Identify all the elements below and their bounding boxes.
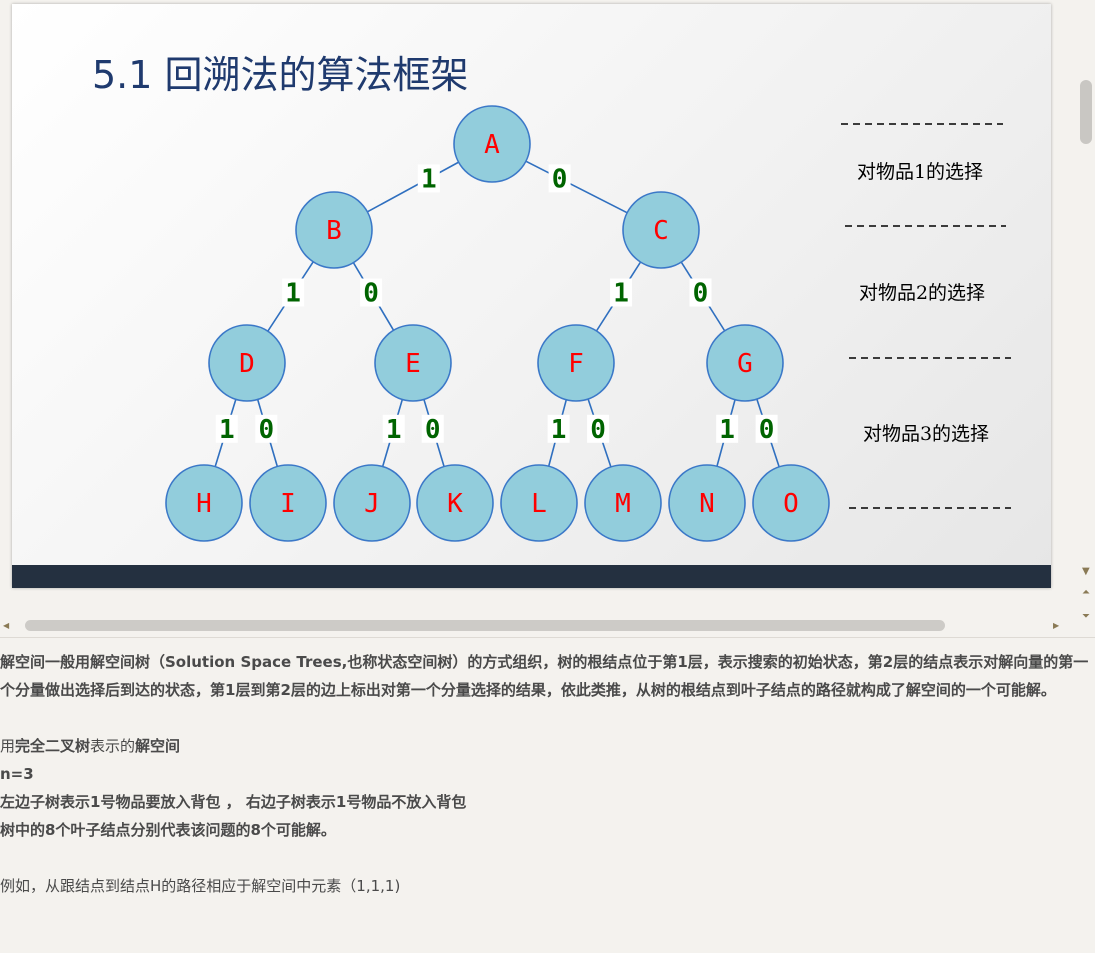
tree-node-label: O	[783, 489, 799, 519]
solution-space-tree: 1 01 0 1 01 0 1 0 1 0 1 0AB CD E F GH I J K L M N O对物品1的选择对物品2…	[165, 105, 1011, 542]
scroll-left-icon[interactable]: ◀	[3, 621, 9, 631]
subtree-explanation: 左边子树表示1号物品要放入背包 ， 右边子树表示1号物品不放入背包	[0, 793, 467, 811]
edge-label: 1	[285, 279, 301, 309]
tree-node-label: H	[196, 489, 212, 519]
edge-label: 1	[421, 164, 437, 194]
edge-label: 0	[590, 415, 606, 445]
horizontal-scrollbar-thumb[interactable]	[25, 620, 945, 631]
text-span-bold: 完全二叉树	[15, 737, 91, 755]
edge-label: 0	[693, 279, 709, 309]
text-span: 用	[0, 737, 16, 755]
slide: 5.1 回溯法的算法框架 10101010101010ABCDEFGHIJKLM…	[12, 4, 1051, 588]
level-label: 对物品2的选择	[859, 282, 985, 304]
text-span-bold: 解空间	[135, 737, 181, 755]
tree-node-label: L	[531, 489, 547, 519]
tree-node-label: N	[699, 489, 715, 519]
scroll-down-icon[interactable]: ▼	[1082, 567, 1090, 577]
tree-node-label: M	[615, 489, 631, 519]
tree-node-label: I	[280, 489, 296, 519]
tree-node-label: K	[447, 489, 463, 519]
edge-label: 0	[363, 279, 379, 309]
slide-footer-bar	[12, 565, 1051, 588]
vertical-scrollbar-thumb[interactable]	[1080, 80, 1092, 144]
level-label: 对物品3的选择	[863, 423, 989, 445]
tree-node-label: F	[568, 349, 584, 379]
divider	[0, 637, 1095, 638]
edge-label: 0	[759, 415, 775, 445]
tree-description: 用完全二叉树表示的解空间	[0, 732, 1095, 760]
scroll-right-icon[interactable]: ▶	[1053, 621, 1059, 631]
leaf-explanation: 树中的8个叶子结点分别代表该问题的8个可能解。	[0, 821, 336, 839]
edge-label: 1	[613, 279, 629, 309]
edge-label: 1	[219, 415, 235, 445]
edge-label: 0	[552, 164, 568, 194]
tree-node-label: C	[653, 216, 669, 246]
edge-label: 1	[719, 415, 735, 445]
tree-node-label: G	[737, 349, 753, 379]
level-label: 对物品1的选择	[857, 161, 983, 183]
tree-node-label: E	[405, 349, 421, 379]
edge-label: 0	[425, 415, 441, 445]
edge-label: 1	[386, 415, 402, 445]
example-text: 例如，从跟结点到结点H的路径相应于解空间中元素（1,1,1)	[0, 877, 401, 895]
notes-text: 解空间一般用解空间树（Solution Space Trees,也称状态空间树）…	[0, 648, 1095, 900]
previous-page-icon[interactable]: ⏶	[1082, 588, 1090, 598]
edge-label: 0	[258, 415, 274, 445]
n-value: n=3	[0, 765, 34, 783]
tree-node-label: B	[326, 216, 342, 246]
tree-node-label: J	[364, 489, 380, 519]
edge-label: 1	[551, 415, 567, 445]
text-span: 表示的	[90, 737, 136, 755]
intro-paragraph: 解空间一般用解空间树（Solution Space Trees,也称状态空间树）…	[0, 653, 1089, 699]
tree-node-label: D	[239, 349, 255, 379]
next-page-icon[interactable]: ⏷	[1082, 612, 1090, 622]
tree-node-label: A	[484, 130, 500, 160]
